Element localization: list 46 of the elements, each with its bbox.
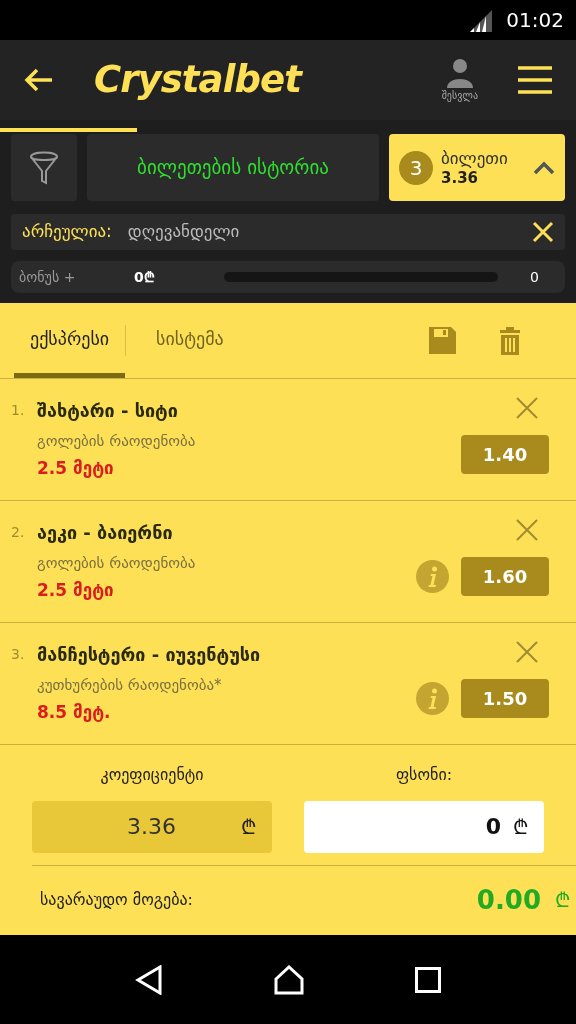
odds-label: კოეფიციენტი xyxy=(99,764,205,786)
bet-number: 3. xyxy=(11,645,26,665)
bet-number: 2. xyxy=(11,523,26,543)
selection-line: 2.5 მეტი xyxy=(37,456,115,480)
tab[interactable]: სისტემა xyxy=(140,303,240,379)
match-name: აეკი - ბაიერნი xyxy=(37,521,174,546)
ticket-odds: 3.36 xyxy=(441,168,478,188)
match-name: მანჩესტერი - იუვენტუსი xyxy=(37,643,261,668)
bonus-target: 0 xyxy=(530,267,539,287)
home-icon[interactable] xyxy=(273,964,305,995)
bet-number: 1. xyxy=(11,401,26,421)
user-icon xyxy=(445,57,474,88)
ticket-button[interactable]: 3 ბილეთი 3.36 xyxy=(389,134,565,201)
currency-sign: ₾ xyxy=(555,887,570,915)
count-badge: 3 xyxy=(399,150,433,185)
filter-value: დღევანდელი xyxy=(127,220,240,244)
currency-sign: ₾ xyxy=(241,814,256,841)
match-name: შახტარი - სიტი xyxy=(37,399,179,424)
potential-win-value: 0.00 xyxy=(476,884,541,917)
tab[interactable]: ექსპრესი xyxy=(14,303,126,379)
stake-label: ფსონი: xyxy=(394,764,454,786)
market-name: გოლების რაოდენობა xyxy=(37,431,196,453)
total-odds-value: 3.36 xyxy=(127,813,176,842)
clock: 01:02 xyxy=(506,7,564,34)
potential-win-label: სავარაუდო მოგება: xyxy=(40,889,193,912)
stake-field[interactable]: 0 ₾ xyxy=(304,801,544,853)
logo: Crystalbet xyxy=(94,57,301,104)
funnel-icon xyxy=(29,150,59,185)
currency-sign: ₾ xyxy=(513,814,528,841)
bonus-label: ბონუს + xyxy=(19,267,77,287)
signal-icon xyxy=(468,8,495,32)
history-button[interactable]: ბილეთების ისტორია xyxy=(87,134,379,201)
profile-button[interactable]: შესვლა xyxy=(441,57,478,103)
menu-icon[interactable] xyxy=(518,65,552,95)
stake-value: 0 xyxy=(485,813,501,842)
ticket-label: ბილეთი xyxy=(441,147,508,169)
back-icon[interactable] xyxy=(135,964,163,995)
recent-apps-icon[interactable] xyxy=(415,966,441,993)
filter-button[interactable] xyxy=(11,134,77,201)
back-arrow-icon[interactable] xyxy=(24,67,54,93)
market-name: კუთხურების რაოდენობა* xyxy=(37,675,223,697)
market-name: გოლების რაოდენობა xyxy=(37,553,196,575)
bonus-amount: 0₾ xyxy=(134,267,156,287)
selection-line: 8.5 მეტ. xyxy=(37,700,112,724)
selection-line: 2.5 მეტი xyxy=(37,578,115,602)
filter-label: არჩეულია: xyxy=(22,220,112,244)
